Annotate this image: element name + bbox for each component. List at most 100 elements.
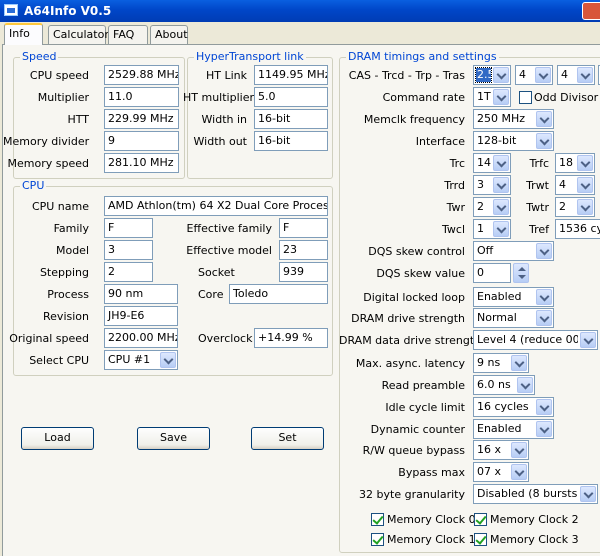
memory-clock-0-checkbox[interactable] bbox=[371, 513, 384, 526]
byte-granularity-dropdown[interactable]: Disabled (8 bursts) bbox=[473, 484, 598, 504]
twr-dropdown[interactable]: 2 bbox=[473, 197, 511, 217]
chevron-down-icon bbox=[580, 486, 596, 502]
twcl-dropdown[interactable]: 1 bbox=[473, 219, 511, 239]
trwt-value: 4 bbox=[559, 178, 566, 191]
chevron-down-icon bbox=[536, 133, 552, 149]
select-cpu-dropdown[interactable]: CPU #1 bbox=[104, 350, 178, 370]
read-preamble-dropdown[interactable]: 6.0 ns bbox=[473, 375, 535, 395]
family-field[interactable]: F bbox=[104, 218, 153, 238]
tab-faq[interactable]: FAQ bbox=[108, 25, 148, 44]
chevron-down-icon bbox=[580, 332, 596, 348]
save-button[interactable]: Save bbox=[137, 427, 210, 450]
effective-family-field[interactable]: F bbox=[279, 218, 328, 238]
width-in-field[interactable]: 16-bit bbox=[254, 109, 328, 129]
twr-label: Twr bbox=[446, 201, 465, 214]
trp-dropdown[interactable]: 4 bbox=[557, 65, 595, 85]
overclock-field[interactable]: +14.99 % bbox=[254, 328, 328, 348]
window-title: A64Info V0.5 bbox=[24, 4, 112, 18]
cpu-name-field[interactable]: AMD Athlon(tm) 64 X2 Dual Core Processor… bbox=[104, 196, 328, 216]
model-field[interactable]: 3 bbox=[104, 240, 153, 260]
socket-field[interactable]: 939 bbox=[279, 262, 328, 282]
multiplier-field[interactable]: 11.0 bbox=[104, 87, 179, 107]
title-bar: A64Info V0.5 bbox=[0, 0, 600, 22]
read-preamble-label: Read preamble bbox=[381, 379, 465, 392]
effective-model-field[interactable]: 23 bbox=[279, 240, 328, 260]
cas-value: 2.5 bbox=[475, 67, 492, 83]
load-button[interactable]: Load bbox=[21, 427, 94, 450]
trc-dropdown[interactable]: 14 bbox=[473, 153, 511, 173]
bypass-max-dropdown[interactable]: 07 x bbox=[473, 462, 529, 482]
chevron-down-icon bbox=[536, 111, 552, 127]
idle-cycle-limit-value: 16 cycles bbox=[477, 400, 529, 413]
rw-queue-bypass-value: 16 x bbox=[477, 443, 502, 456]
memclk-frequency-dropdown[interactable]: 250 MHz bbox=[473, 109, 554, 129]
trp-value: 4 bbox=[561, 68, 568, 81]
memory-speed-label: Memory speed bbox=[7, 157, 89, 170]
interface-dropdown[interactable]: 128-bit bbox=[473, 131, 554, 151]
original-speed-field[interactable]: 2200.00 MHz bbox=[104, 328, 178, 348]
tref-dropdown[interactable]: 1536 cycl bbox=[555, 219, 600, 239]
revision-label: Revision bbox=[43, 310, 89, 323]
command-rate-value: 1T bbox=[477, 90, 491, 103]
twcl-value: 1 bbox=[477, 222, 484, 235]
memory-divider-field[interactable]: 9 bbox=[104, 131, 179, 151]
tab-calculator[interactable]: Calculator bbox=[48, 25, 109, 44]
dqs-skew-spinner[interactable] bbox=[513, 263, 529, 283]
max-async-latency-dropdown[interactable]: 9 ns bbox=[473, 353, 529, 373]
stepping-field[interactable]: 2 bbox=[104, 262, 153, 282]
info-panel: Speed CPU speed 2529.88 MHz Multiplier 1… bbox=[2, 44, 600, 556]
dynamic-counter-label: Dynamic counter bbox=[370, 423, 465, 436]
memory-clock-1-checkbox[interactable] bbox=[371, 533, 384, 546]
memory-clock-3-label: Memory Clock 3 bbox=[490, 533, 579, 546]
cpu-name-label: CPU name bbox=[31, 200, 89, 213]
memory-clock-3-checkbox[interactable] bbox=[474, 533, 487, 546]
revision-field[interactable]: JH9-E6 bbox=[104, 306, 178, 326]
trcd-value: 4 bbox=[519, 68, 526, 81]
process-field[interactable]: 90 nm bbox=[104, 284, 178, 304]
rw-queue-bypass-dropdown[interactable]: 16 x bbox=[473, 440, 529, 460]
dqs-skew-value-label: DQS skew value bbox=[376, 267, 465, 280]
width-out-field[interactable]: 16-bit bbox=[254, 131, 328, 151]
chevron-down-icon bbox=[577, 199, 593, 215]
multiplier-label: Multiplier bbox=[37, 91, 89, 104]
trfc-dropdown[interactable]: 18 bbox=[555, 153, 595, 173]
tab-about[interactable]: About bbox=[150, 25, 188, 44]
dram-data-drive-strength-value: Level 4 (reduce 00%) bbox=[477, 333, 578, 346]
close-button[interactable] bbox=[582, 2, 600, 20]
tab-info[interactable]: Info bbox=[4, 23, 43, 45]
memory-clock-2-checkbox[interactable] bbox=[474, 513, 487, 526]
digital-locked-loop-dropdown[interactable]: Enabled bbox=[473, 287, 554, 307]
rw-queue-bypass-label: R/W queue bypass bbox=[362, 444, 465, 457]
trcd-dropdown[interactable]: 4 bbox=[515, 65, 553, 85]
ht-link-field[interactable]: 1149.95 MHz bbox=[254, 65, 328, 85]
chevron-down-icon bbox=[535, 67, 551, 83]
memory-speed-field[interactable]: 281.10 MHz bbox=[104, 153, 179, 173]
trwt-dropdown[interactable]: 4 bbox=[555, 175, 595, 195]
twtr-value: 2 bbox=[559, 200, 566, 213]
cas-dropdown[interactable]: 2.5 bbox=[473, 65, 511, 85]
chevron-down-icon bbox=[577, 155, 593, 171]
set-button[interactable]: Set bbox=[251, 427, 324, 450]
ht-multiplier-field[interactable]: 5.0 bbox=[254, 87, 328, 107]
twtr-dropdown[interactable]: 2 bbox=[555, 197, 595, 217]
family-label: Family bbox=[53, 222, 89, 235]
dqs-skew-value-field[interactable]: 0 bbox=[473, 263, 511, 283]
dram-drive-strength-dropdown[interactable]: Normal bbox=[473, 308, 554, 328]
odd-divisor-checkbox[interactable] bbox=[519, 91, 532, 104]
arrow-up-icon bbox=[518, 267, 526, 271]
core-field[interactable]: Toledo bbox=[229, 284, 328, 304]
trwt-label: Trwt bbox=[526, 179, 549, 192]
trrd-dropdown[interactable]: 3 bbox=[473, 175, 511, 195]
dqs-skew-control-value: Off bbox=[477, 244, 494, 257]
cpu-speed-field[interactable]: 2529.88 MHz bbox=[104, 65, 179, 85]
htt-field[interactable]: 229.99 MHz bbox=[104, 109, 179, 129]
chevron-down-icon bbox=[493, 155, 509, 171]
idle-cycle-limit-dropdown[interactable]: 16 cycles bbox=[473, 397, 554, 417]
dynamic-counter-dropdown[interactable]: Enabled bbox=[473, 419, 554, 439]
chevron-down-icon bbox=[536, 243, 552, 259]
select-cpu-value: CPU #1 bbox=[108, 353, 151, 366]
chevron-down-icon bbox=[493, 177, 509, 193]
dqs-skew-control-dropdown[interactable]: Off bbox=[473, 241, 554, 261]
command-rate-dropdown[interactable]: 1T bbox=[473, 87, 511, 107]
dram-data-drive-strength-dropdown[interactable]: Level 4 (reduce 00%) bbox=[473, 330, 598, 350]
